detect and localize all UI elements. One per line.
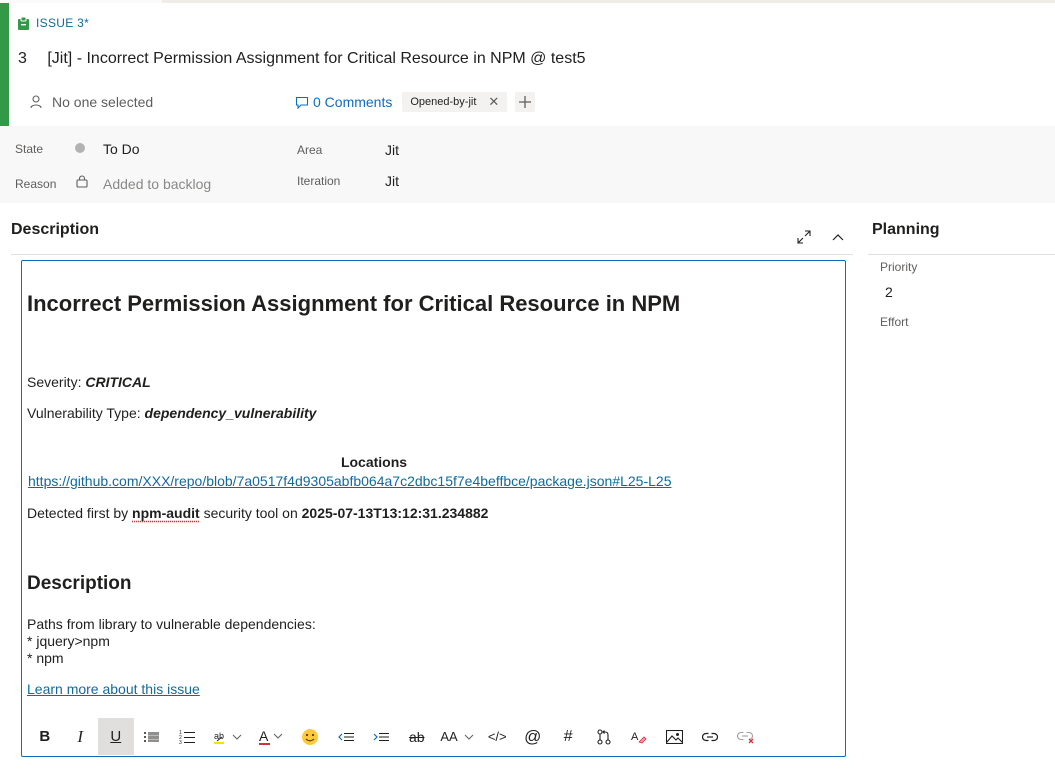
description-divider xyxy=(11,254,853,255)
image-icon[interactable] xyxy=(657,718,693,755)
underline-icon[interactable]: U xyxy=(98,718,134,755)
emoji-icon[interactable] xyxy=(293,718,329,755)
lock-icon xyxy=(76,175,88,188)
detected-date: 2025-07-13T13:12:31.234882 xyxy=(301,505,489,521)
reason-label: Reason xyxy=(15,177,57,191)
comment-icon xyxy=(295,96,309,109)
mention-glyph: @ xyxy=(524,726,542,746)
italic-glyph: I xyxy=(77,726,84,746)
path-item: * jquery>npm xyxy=(27,633,110,649)
locations-heading: Locations xyxy=(340,454,408,470)
bold-icon[interactable]: B xyxy=(27,718,63,755)
work-item-type-label: ISSUE 3* xyxy=(36,16,90,30)
pull-request-icon[interactable] xyxy=(586,718,622,755)
area-value[interactable]: Jit xyxy=(385,142,399,158)
code-glyph: </> xyxy=(487,729,507,744)
state-dot xyxy=(75,143,85,153)
remove-tag-icon[interactable]: ✕ xyxy=(488,94,499,110)
bulleted-list-icon[interactable] xyxy=(134,718,170,755)
underline-glyph: U xyxy=(110,728,122,745)
type-color-bar xyxy=(0,3,9,126)
tag-label: Opened-by-jit xyxy=(410,96,477,108)
mention-icon[interactable]: @ xyxy=(515,718,551,755)
description-editor[interactable]: Incorrect Permission Assignment for Crit… xyxy=(21,260,846,757)
severity-label: Severity: xyxy=(27,374,86,390)
content-heading: Incorrect Permission Assignment for Crit… xyxy=(27,291,681,316)
font-size-icon[interactable]: AA xyxy=(435,718,480,755)
add-tag-button[interactable] xyxy=(515,92,536,112)
plus-icon xyxy=(519,96,532,108)
description-section-title: Description xyxy=(11,221,100,238)
bold-glyph: B xyxy=(39,728,51,745)
strike-glyph: ab xyxy=(408,728,425,745)
numbered-list-icon[interactable]: 123 xyxy=(169,718,205,755)
increase-indent-icon[interactable] xyxy=(364,718,400,755)
collapse-chevron-icon[interactable] xyxy=(830,229,846,245)
severity-value: CRITICAL xyxy=(85,374,151,390)
priority-label: Priority xyxy=(880,260,918,274)
svg-text:A: A xyxy=(259,729,269,744)
svg-text:A: A xyxy=(631,731,639,743)
link-icon[interactable] xyxy=(693,718,729,755)
unlink-icon[interactable] xyxy=(728,718,764,755)
planning-divider xyxy=(868,254,1055,255)
work-item-title[interactable]: [Jit] - Incorrect Permission Assignment … xyxy=(47,50,585,67)
title-row: 3 [Jit] - Incorrect Permission Assignmen… xyxy=(18,50,586,68)
work-item-type: ISSUE 3* xyxy=(18,16,89,30)
content-subheading: Description xyxy=(27,573,132,594)
area-label: Area xyxy=(297,143,323,157)
effort-field[interactable] xyxy=(880,335,1040,357)
path-item: * npm xyxy=(27,650,64,666)
iteration-value[interactable]: Jit xyxy=(385,173,399,189)
iteration-label: Iteration xyxy=(297,174,341,188)
formatting-toolbar: B I U 123 ab A ab AA </> @ # A xyxy=(27,718,842,755)
detected-prefix: Detected first by xyxy=(27,505,133,521)
paths-intro: Paths from library to vulnerable depende… xyxy=(27,616,316,632)
location-link[interactable]: https://github.com/XXX/repo/blob/7a0517f… xyxy=(28,473,671,489)
person-icon xyxy=(30,95,42,109)
hash-glyph: # xyxy=(563,727,573,745)
code-icon[interactable]: </> xyxy=(480,718,516,755)
decrease-indent-icon[interactable] xyxy=(328,718,364,755)
clear-format-icon[interactable]: A xyxy=(622,718,658,755)
strikethrough-icon[interactable]: ab xyxy=(399,718,435,755)
work-item-link-icon[interactable]: # xyxy=(551,718,587,755)
font-size-glyph: AA xyxy=(440,729,458,744)
meta-row: No one selected 0 Comments Opened-by-jit… xyxy=(30,92,536,112)
detected-line: Detected first by npm-audit security too… xyxy=(27,505,488,521)
severity-line: Severity: CRITICAL xyxy=(27,374,151,390)
assignee-picker[interactable]: No one selected xyxy=(30,94,295,110)
tag-chip[interactable]: Opened-by-jit ✕ xyxy=(402,92,508,112)
effort-label: Effort xyxy=(880,315,909,329)
vuln-type-value: dependency_vulnerability xyxy=(144,405,317,421)
italic-icon[interactable]: I xyxy=(63,718,99,755)
vuln-type-label: Vulnerability Type: xyxy=(27,405,145,421)
priority-value[interactable]: 2 xyxy=(885,284,893,300)
work-item-id: 3 xyxy=(18,50,27,67)
expand-icon[interactable] xyxy=(796,229,812,245)
state-label: State xyxy=(15,142,44,156)
clipboard-icon xyxy=(18,16,29,30)
planning-section-title: Planning xyxy=(872,221,940,238)
comments-link[interactable]: 0 Comments xyxy=(295,94,392,110)
learn-more-link[interactable]: Learn more about this issue xyxy=(27,681,200,697)
highlight-icon[interactable]: ab xyxy=(205,718,253,755)
reason-value: Added to backlog xyxy=(103,176,212,192)
detected-middle: security tool on xyxy=(199,505,302,521)
font-color-icon[interactable]: A xyxy=(253,718,293,755)
detected-tool: npm-audit xyxy=(132,505,200,521)
vuln-type-line: Vulnerability Type: dependency_vulnerabi… xyxy=(27,405,316,421)
state-value[interactable]: To Do xyxy=(103,141,140,157)
fields-panel: State To Do Reason Added to backlog Area… xyxy=(0,126,1055,203)
assignee-label: No one selected xyxy=(52,94,154,110)
svg-text:3: 3 xyxy=(179,740,182,744)
comments-count: 0 Comments xyxy=(313,94,393,110)
